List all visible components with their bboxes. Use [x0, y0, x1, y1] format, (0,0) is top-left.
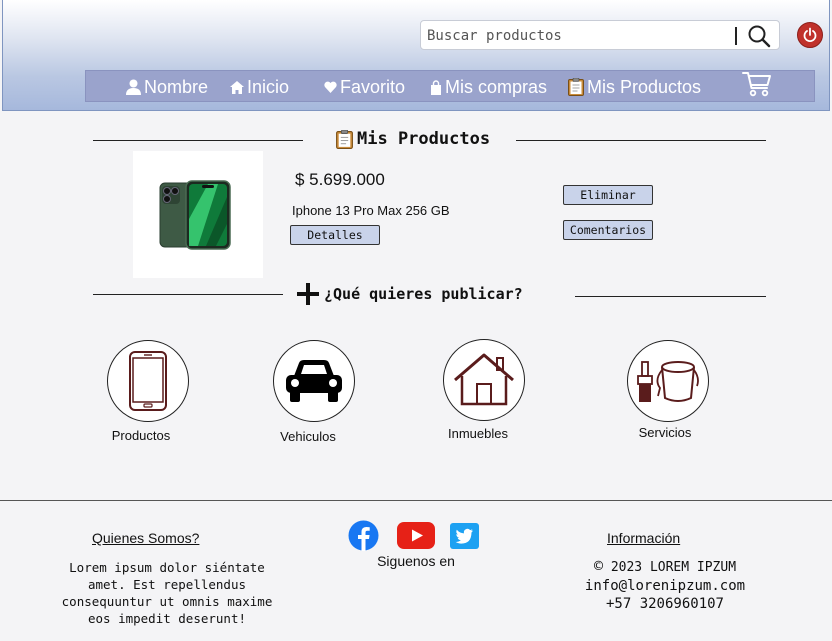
iphone-image — [159, 179, 231, 250]
search-input[interactable] — [427, 25, 727, 47]
youtube-icon — [397, 522, 435, 549]
facebook-icon — [348, 520, 379, 551]
nav-label: Favorito — [340, 76, 406, 97]
nav-label: Nombre — [144, 76, 209, 97]
category-productos[interactable] — [107, 340, 189, 422]
details-button[interactable]: Detalles — [290, 225, 380, 245]
product-image[interactable] — [133, 151, 263, 278]
category-label: Inmuebles — [448, 426, 508, 441]
shopping-bag-icon — [431, 79, 441, 95]
category-label: Productos — [111, 428, 171, 443]
heart-icon — [324, 81, 337, 93]
facebook-link[interactable] — [348, 520, 379, 555]
section-divider — [516, 140, 766, 141]
nav-item-mis-compras[interactable]: Mis compras — [430, 76, 547, 98]
category-inmuebles[interactable] — [443, 339, 525, 421]
clipboard-icon — [568, 78, 584, 96]
product-price: $ 5.699.000 — [295, 170, 385, 189]
cart-button[interactable] — [742, 72, 772, 97]
car-icon — [286, 360, 342, 402]
clipboard-icon — [336, 129, 353, 149]
plus-icon — [297, 283, 319, 305]
navbar: Nombre Inicio Favorito Mis compras Mis P… — [85, 70, 815, 102]
section-divider — [575, 296, 766, 297]
category-servicios[interactable] — [627, 340, 709, 422]
nav-label: Inicio — [247, 76, 290, 97]
section-divider — [93, 294, 283, 295]
category-label: Servicios — [638, 425, 692, 440]
search-button[interactable] — [745, 23, 773, 49]
logout-button[interactable] — [797, 22, 823, 48]
comments-button[interactable]: Comentarios — [563, 220, 653, 240]
house-icon — [454, 353, 514, 406]
phone-icon — [129, 351, 167, 411]
publish-title: ¿Qué quieres publicar? — [296, 282, 523, 306]
nav-item-inicio[interactable]: Inicio — [230, 76, 289, 98]
product-name: Iphone 13 Pro Max 256 GB — [292, 203, 450, 218]
copyright-text: 2023 LOREM IPZUM — [610, 560, 737, 575]
section-title-text: Mis Productos — [357, 129, 491, 149]
nav-item-mis-productos[interactable]: Mis Productos — [568, 76, 701, 98]
twitter-icon — [450, 523, 479, 549]
footer-divider — [0, 500, 832, 501]
nav-label: Mis Productos — [587, 76, 702, 97]
about-link[interactable]: Quienes Somos? — [92, 530, 199, 546]
contact-phone: +57 3206960107 — [605, 596, 724, 612]
nav-item-nombre[interactable]: Nombre — [126, 76, 208, 98]
about-text: Lorem ipsum dolor siéntate amet. Est rep… — [61, 560, 273, 626]
section-title-text: ¿Qué quieres publicar? — [324, 285, 523, 303]
contact-email: info@lorenipzum.com — [584, 578, 746, 594]
search-icon — [748, 25, 771, 48]
my-products-title: Mis Productos — [336, 129, 490, 149]
section-divider — [93, 140, 303, 141]
home-icon — [230, 80, 244, 94]
search-box — [420, 20, 780, 50]
copyright-icon: © — [593, 557, 603, 575]
nav-label: Mis compras — [445, 76, 548, 97]
twitter-link[interactable] — [450, 523, 479, 553]
info-link[interactable]: Información — [607, 530, 680, 546]
category-label: Vehiculos — [280, 429, 336, 444]
copyright-line: © 2023 LOREM IPZUM — [565, 558, 765, 576]
paint-bucket-icon — [637, 361, 699, 402]
power-icon — [803, 27, 817, 42]
delete-button[interactable]: Eliminar — [563, 185, 653, 205]
youtube-link[interactable] — [397, 522, 435, 553]
header: Nombre Inicio Favorito Mis compras — [2, 0, 830, 111]
nav-item-favorito[interactable]: Favorito — [324, 76, 405, 98]
cart-icon — [742, 72, 771, 97]
follow-us-label: Siguenos en — [377, 553, 455, 569]
category-vehiculos[interactable] — [273, 340, 355, 422]
search-separator — [735, 27, 737, 45]
user-icon — [126, 79, 141, 95]
